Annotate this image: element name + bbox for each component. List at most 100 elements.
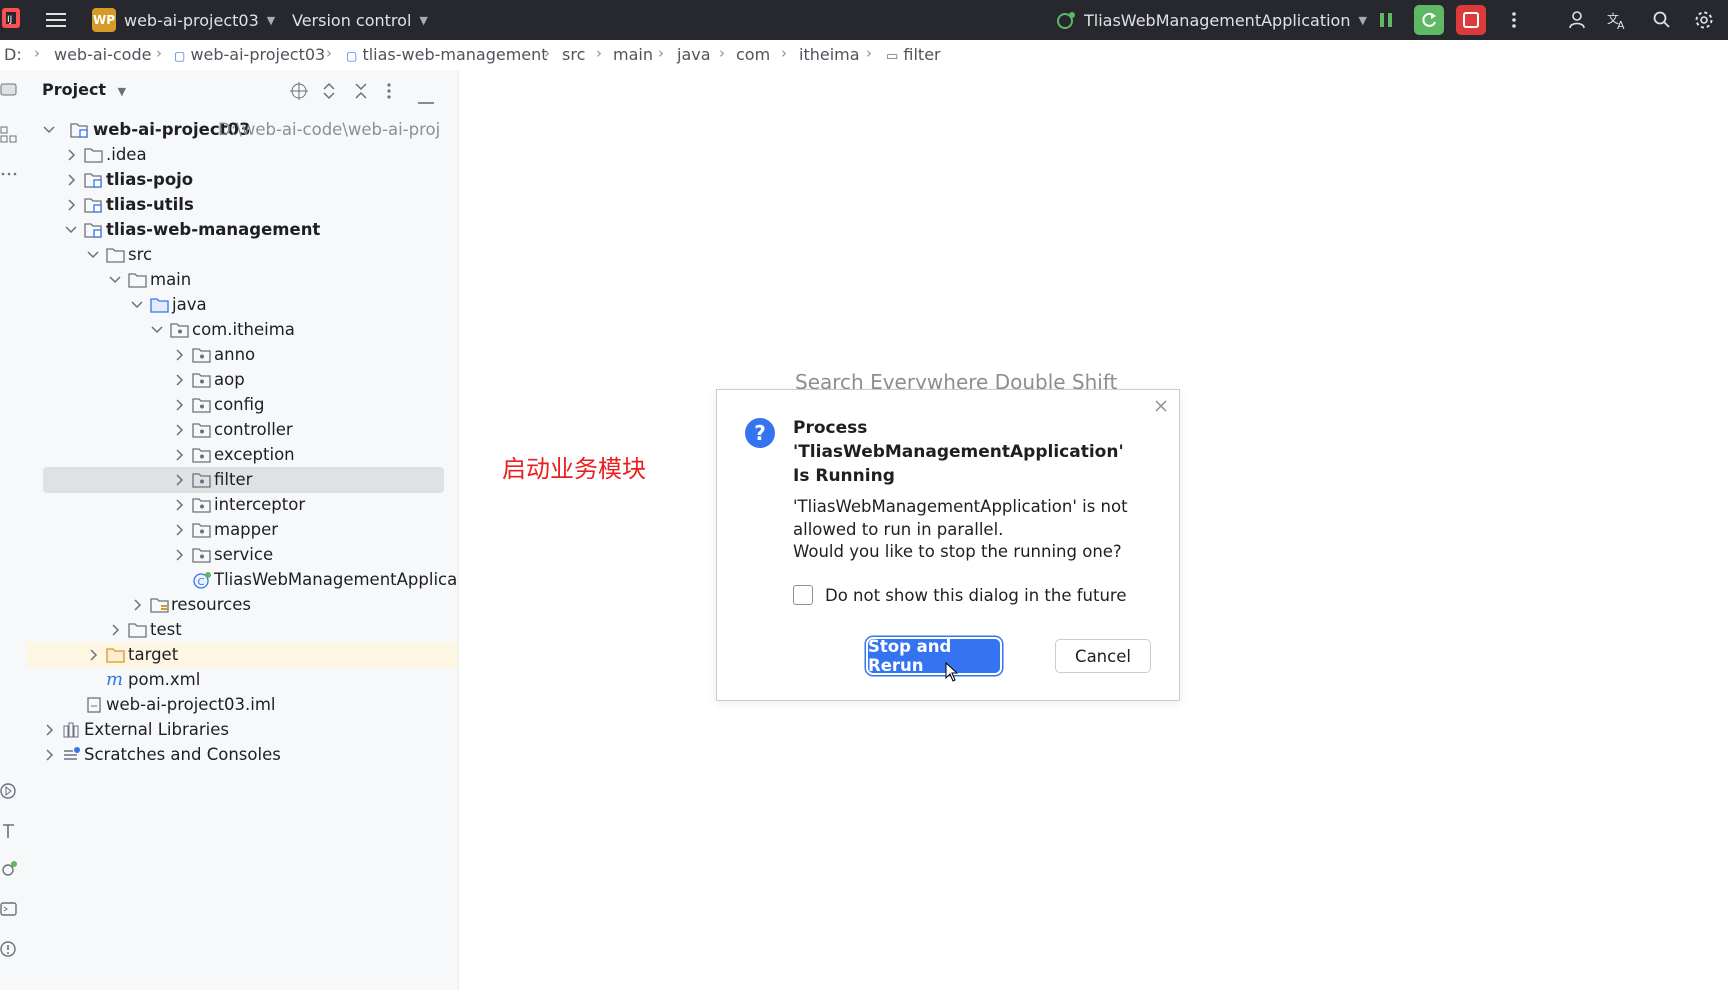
tree-item-anno[interactable]: anno bbox=[26, 342, 458, 368]
run-config-selector[interactable]: TliasWebManagementApplication ▼ bbox=[1056, 0, 1367, 40]
tree-item-src[interactable]: src bbox=[26, 242, 458, 268]
chevron-down-icon: ▼ bbox=[419, 13, 428, 27]
panel-title-label: Project bbox=[42, 80, 107, 99]
project-tool-icon[interactable] bbox=[0, 80, 20, 100]
source-folder-icon bbox=[150, 298, 169, 313]
chevron-right-icon: › bbox=[156, 44, 162, 62]
chevron-right-icon bbox=[68, 149, 76, 161]
chevron-right-icon bbox=[90, 649, 98, 661]
chevron-right-icon bbox=[46, 724, 54, 736]
tree-item-exception[interactable]: exception bbox=[26, 442, 458, 468]
breadcrumb-item[interactable]: ▭ filter bbox=[886, 45, 941, 64]
panel-options-icon[interactable] bbox=[386, 82, 392, 104]
tree-item-idea[interactable]: .idea bbox=[26, 142, 458, 168]
stop-icon[interactable] bbox=[1456, 5, 1486, 35]
breadcrumb-item[interactable]: ▢ tlias-web-management bbox=[346, 45, 548, 64]
tree-item-mapper[interactable]: mapper bbox=[26, 517, 458, 543]
terminal-tool-icon[interactable] bbox=[0, 900, 20, 920]
structure-tool-icon[interactable] bbox=[0, 126, 20, 146]
search-icon[interactable] bbox=[1650, 8, 1674, 32]
stop-and-rerun-button[interactable]: Stop and Rerun bbox=[868, 637, 1000, 675]
tree-item-external-libraries[interactable]: External Libraries bbox=[26, 717, 458, 743]
chevron-right-icon bbox=[176, 399, 184, 411]
project-panel-title[interactable]: Project ▼ bbox=[42, 80, 126, 99]
tree-item-java[interactable]: java bbox=[26, 292, 458, 318]
vcs-menu[interactable]: Version control ▼ bbox=[292, 0, 428, 40]
cancel-button[interactable]: Cancel bbox=[1055, 639, 1151, 673]
breadcrumb-item[interactable]: com bbox=[736, 45, 770, 64]
checkbox-box[interactable] bbox=[793, 585, 813, 605]
project-switcher[interactable]: WP web-ai-project03 ▼ bbox=[92, 0, 275, 40]
do-not-show-checkbox[interactable]: Do not show this dialog in the future bbox=[793, 585, 1127, 605]
chevron-right-icon bbox=[176, 449, 184, 461]
breadcrumb-item[interactable]: src bbox=[562, 45, 585, 64]
tree-item-test[interactable]: test bbox=[26, 617, 458, 643]
tree-item-com-itheima[interactable]: com.itheima bbox=[26, 317, 458, 343]
chevron-right-icon: › bbox=[781, 44, 787, 62]
library-icon bbox=[63, 722, 79, 738]
hide-panel-icon[interactable] bbox=[418, 90, 434, 109]
breadcrumb-item[interactable]: web-ai-code bbox=[54, 45, 151, 64]
tree-item-filter[interactable]: filter bbox=[43, 467, 444, 493]
folder-icon: ▭ bbox=[886, 49, 899, 64]
build-tool-icon[interactable] bbox=[0, 822, 20, 842]
tree-item-pom[interactable]: m pom.xml bbox=[26, 667, 458, 693]
chevron-down-icon bbox=[109, 276, 121, 284]
account-icon[interactable] bbox=[1566, 8, 1590, 32]
chevron-right-icon bbox=[68, 174, 76, 186]
tree-item-scratches[interactable]: Scratches and Consoles bbox=[26, 742, 458, 768]
chevron-down-icon: ▼ bbox=[117, 85, 127, 98]
tree-item-iml[interactable]: web-ai-project03.iml bbox=[26, 692, 458, 718]
tree-item-config[interactable]: config bbox=[26, 392, 458, 418]
spring-class-icon: C bbox=[193, 572, 211, 589]
rerun-icon[interactable] bbox=[1414, 5, 1444, 35]
tree-item-label: aop bbox=[214, 370, 245, 389]
breadcrumb-item[interactable]: D: bbox=[4, 45, 22, 64]
tree-item-tlias-pojo[interactable]: tlias-pojo bbox=[26, 167, 458, 193]
debug-pause-icon[interactable] bbox=[1374, 8, 1398, 32]
tree-item-interceptor[interactable]: interceptor bbox=[26, 492, 458, 518]
tree-item-label: tlias-utils bbox=[106, 195, 194, 214]
tree-item-controller[interactable]: controller bbox=[26, 417, 458, 443]
expand-all-icon[interactable] bbox=[322, 82, 336, 104]
video-annotation: 启动业务模块 bbox=[502, 455, 646, 483]
debug-tool-icon[interactable] bbox=[0, 860, 20, 880]
tree-item-resources[interactable]: resources bbox=[26, 592, 458, 618]
svg-text:IJ: IJ bbox=[7, 15, 12, 25]
vcs-label: Version control bbox=[292, 10, 412, 30]
close-icon[interactable] bbox=[1153, 398, 1169, 414]
breadcrumb-item-label: filter bbox=[903, 45, 941, 64]
breadcrumb-item[interactable]: ▢ web-ai-project03 bbox=[174, 45, 325, 64]
tree-item-label: anno bbox=[214, 345, 256, 364]
more-tools-icon[interactable] bbox=[0, 164, 20, 184]
tree-item-main-class[interactable]: C TliasWebManagementApplica bbox=[26, 567, 458, 593]
tree-item-main[interactable]: main bbox=[26, 267, 458, 293]
breadcrumb-item[interactable]: java bbox=[677, 45, 711, 64]
problems-tool-icon[interactable] bbox=[0, 940, 20, 960]
chevron-right-icon: › bbox=[658, 44, 664, 62]
main-menu-icon[interactable] bbox=[44, 8, 68, 32]
services-tool-icon[interactable] bbox=[0, 782, 20, 802]
tree-item-label: tlias-pojo bbox=[106, 170, 194, 189]
more-actions-icon[interactable] bbox=[1502, 8, 1526, 32]
app-logo-icon: IJ bbox=[0, 6, 24, 30]
collapse-all-icon[interactable] bbox=[354, 82, 368, 104]
translate-icon[interactable]: 文A bbox=[1606, 8, 1630, 32]
tree-item-target[interactable]: target bbox=[26, 642, 458, 668]
chevron-down-icon bbox=[65, 226, 77, 234]
tree-item-aop[interactable]: aop bbox=[26, 367, 458, 393]
tree-item-tlias-web-management[interactable]: tlias-web-management bbox=[26, 217, 458, 243]
package-icon bbox=[192, 523, 211, 538]
project-name: web-ai-project03 bbox=[124, 10, 259, 30]
package-icon bbox=[192, 498, 211, 513]
tree-item-label: tlias-web-management bbox=[106, 220, 321, 239]
settings-gear-icon[interactable] bbox=[1692, 8, 1716, 32]
locate-file-icon[interactable] bbox=[290, 82, 308, 104]
tree-item-tlias-utils[interactable]: tlias-utils bbox=[26, 192, 458, 218]
tree-item-service[interactable]: service bbox=[26, 542, 458, 568]
question-icon: ? bbox=[745, 418, 775, 448]
breadcrumb-item[interactable]: main bbox=[613, 45, 653, 64]
tree-item-label: target bbox=[128, 645, 179, 664]
tree-item-root[interactable]: web-ai-project03 D:\web-ai-code\web-ai-p… bbox=[26, 117, 458, 143]
breadcrumb-item[interactable]: itheima bbox=[799, 45, 860, 64]
